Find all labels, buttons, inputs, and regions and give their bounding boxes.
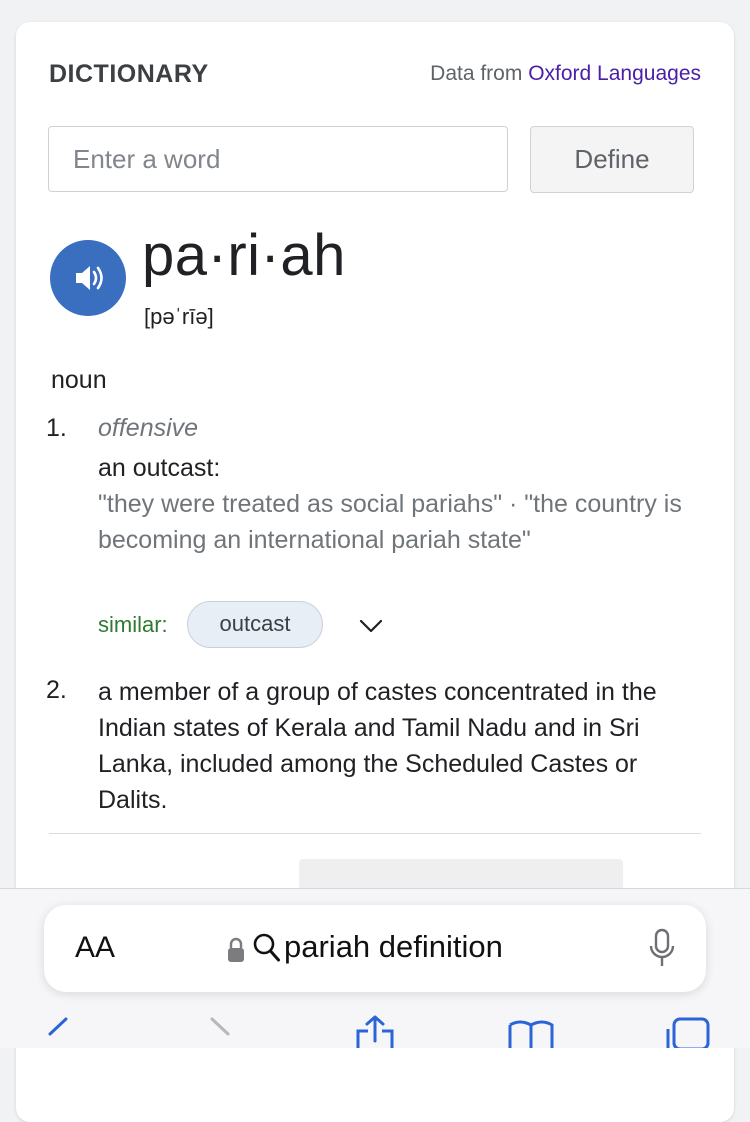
define-button[interactable]: Define — [530, 126, 694, 193]
search-icon — [253, 933, 280, 962]
browser-toolbar: AA pariah definition — [0, 888, 750, 1048]
pronunciation-button[interactable] — [50, 240, 126, 316]
dictionary-title: DICTIONARY — [49, 60, 209, 88]
usage-examples: "they were treated as social pariahs" · … — [98, 490, 682, 554]
sense-number: 2. — [46, 676, 67, 704]
address-bar[interactable]: AA pariah definition — [44, 905, 706, 992]
forward-icon[interactable] — [206, 1017, 234, 1048]
oxford-languages-link[interactable]: Oxford Languages — [528, 62, 701, 85]
microphone-icon[interactable] — [648, 928, 676, 970]
speaker-icon — [76, 266, 103, 290]
source-prefix: Data from — [430, 62, 523, 85]
sense-definition: a member of a group of castes concentrat… — [98, 678, 657, 814]
data-source: Data from Oxford Languages — [430, 62, 701, 86]
chevron-down-icon[interactable] — [356, 614, 386, 638]
divider — [49, 833, 701, 834]
part-of-speech: noun — [51, 366, 107, 394]
headword: pa·ri·ah — [142, 223, 346, 288]
similar-word-chip[interactable]: outcast — [187, 601, 323, 648]
share-icon[interactable] — [354, 1015, 396, 1048]
similar-label: similar: — [98, 612, 168, 637]
sense-definition: an outcast: — [98, 454, 221, 482]
sense-number: 1. — [46, 414, 67, 442]
tabs-icon[interactable] — [664, 1017, 714, 1048]
lock-icon — [228, 937, 244, 962]
back-icon[interactable] — [44, 1017, 72, 1048]
address-text[interactable]: pariah definition — [284, 929, 503, 965]
bookmarks-icon[interactable] — [506, 1017, 556, 1048]
usage-label: offensive — [98, 414, 199, 442]
word-input[interactable] — [48, 126, 508, 192]
text-size-button[interactable]: AA — [75, 931, 115, 965]
text-size-label: AA — [75, 931, 116, 964]
phonetic-spelling: [pəˈrīə] — [144, 304, 214, 329]
